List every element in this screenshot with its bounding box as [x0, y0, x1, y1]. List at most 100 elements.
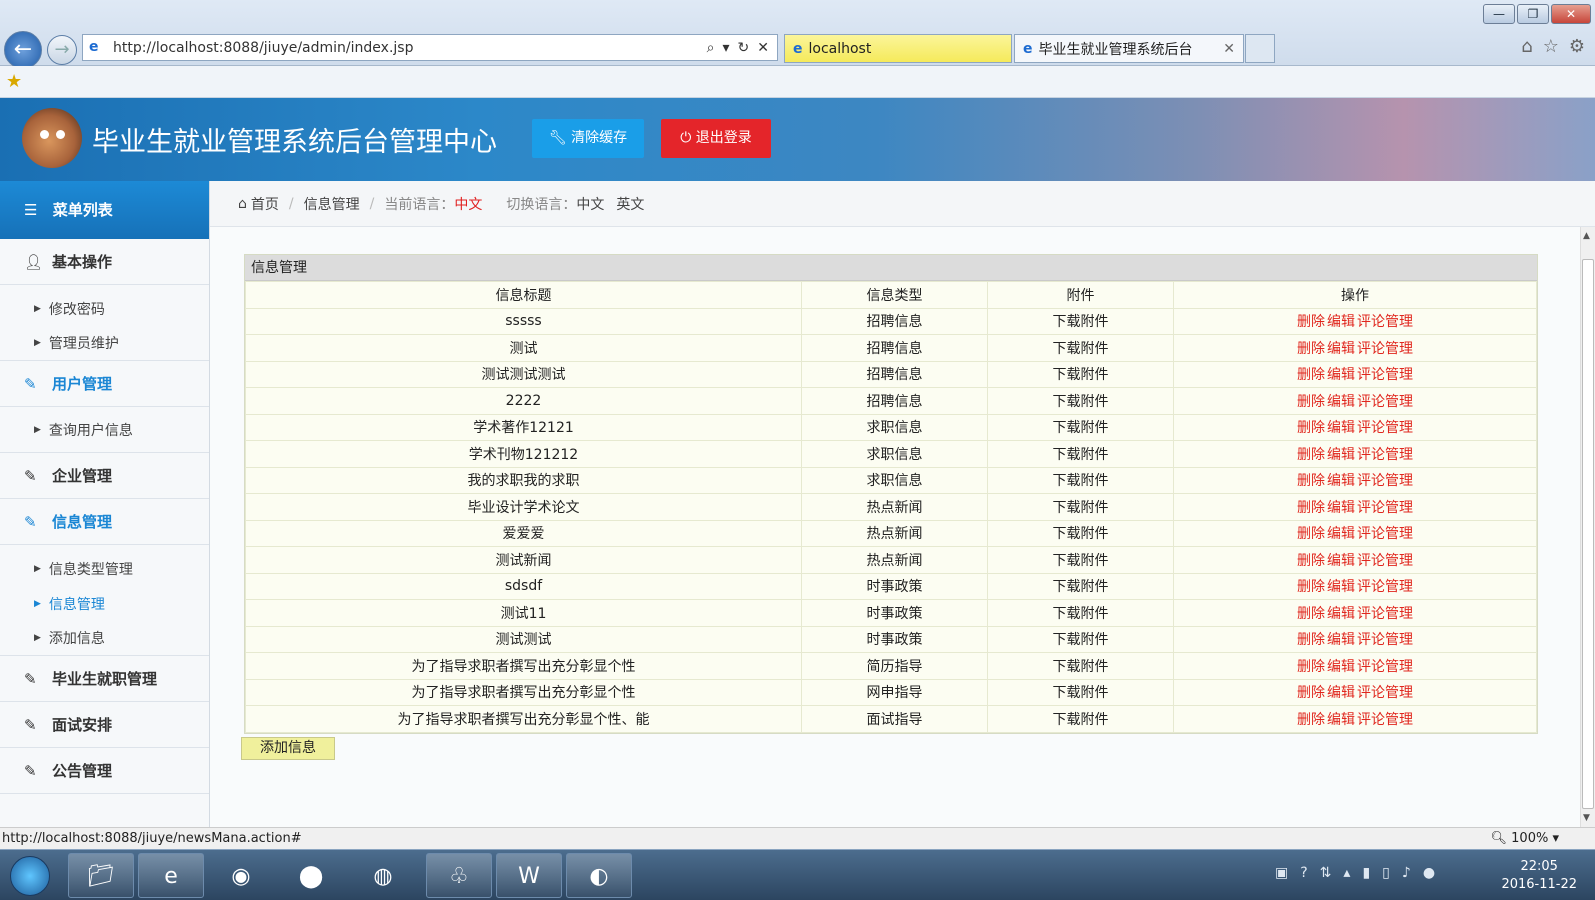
delete-link[interactable]: 删除 [1297, 367, 1325, 383]
explorer-taskbar-icon[interactable]: 📁︎ [68, 853, 134, 898]
start-button[interactable] [10, 856, 50, 896]
qq-icon[interactable]: ● [1423, 865, 1435, 881]
download-attachment-link[interactable]: 下载附件 [987, 387, 1174, 415]
sidebar-section-announcements[interactable]: ✎ 公告管理 [0, 748, 209, 794]
restore-button[interactable]: ❐ [1517, 4, 1549, 24]
sidebar-section-info[interactable]: ✎ 信息管理 [0, 499, 209, 545]
power-tray-icon[interactable]: ▯ [1382, 865, 1390, 881]
clear-cache-button[interactable]: 🔧︎ 清除缓存 [532, 119, 644, 158]
comment-manage-link[interactable]: 评论管理 [1357, 526, 1413, 542]
volume-icon[interactable]: ♪ [1402, 865, 1411, 881]
download-attachment-link[interactable]: 下载附件 [987, 334, 1174, 362]
close-window-button[interactable]: ✕ [1551, 4, 1591, 24]
download-attachment-link[interactable]: 下载附件 [987, 307, 1174, 335]
comment-manage-link[interactable]: 评论管理 [1357, 606, 1413, 622]
comment-manage-link[interactable]: 评论管理 [1357, 447, 1413, 463]
download-attachment-link[interactable]: 下载附件 [987, 519, 1174, 547]
home-icon[interactable]: ⌂ [1521, 36, 1532, 57]
edit-link[interactable]: 编辑 [1327, 526, 1355, 542]
favorites-icon[interactable]: ☆ [1543, 36, 1559, 57]
edit-link[interactable]: 编辑 [1327, 659, 1355, 675]
address-url[interactable]: http://localhost:8088/jiuye/admin/index.… [113, 40, 707, 56]
add-favorite-icon[interactable]: ★ [6, 71, 22, 92]
sidebar-item-change-password[interactable]: ▶ 修改密码 [0, 291, 209, 326]
sidebar-section-interviews[interactable]: ✎ 面试安排 [0, 702, 209, 748]
delete-link[interactable]: 删除 [1297, 394, 1325, 410]
tab-localhost[interactable]: e localhost [784, 34, 1012, 63]
back-button[interactable]: ← [4, 31, 42, 69]
edit-link[interactable]: 编辑 [1327, 579, 1355, 595]
download-attachment-link[interactable]: 下载附件 [987, 546, 1174, 574]
delete-link[interactable]: 删除 [1297, 500, 1325, 516]
download-attachment-link[interactable]: 下载附件 [987, 440, 1174, 468]
clock[interactable]: 22:05 2016-11-22 [1501, 858, 1577, 894]
download-attachment-link[interactable]: 下载附件 [987, 652, 1174, 680]
download-attachment-link[interactable]: 下载附件 [987, 493, 1174, 521]
page-scrollbar[interactable]: ▲ ▼ [1580, 227, 1595, 827]
comment-manage-link[interactable]: 评论管理 [1357, 367, 1413, 383]
network-icon[interactable]: ⇅ [1320, 865, 1332, 881]
delete-link[interactable]: 删除 [1297, 314, 1325, 330]
comment-manage-link[interactable]: 评论管理 [1357, 500, 1413, 516]
sidebar-item-query-users[interactable]: ▶ 查询用户信息 [0, 407, 209, 453]
comment-manage-link[interactable]: 评论管理 [1357, 659, 1413, 675]
tray-icon[interactable]: ▣ [1275, 865, 1288, 881]
add-info-button[interactable]: 添加信息 [241, 737, 335, 760]
chrome-taskbar-icon[interactable]: ◉ [208, 853, 274, 898]
download-attachment-link[interactable]: 下载附件 [987, 466, 1174, 494]
edit-link[interactable]: 编辑 [1327, 473, 1355, 489]
sidebar-section-company[interactable]: ✎ 企业管理 [0, 453, 209, 499]
edit-link[interactable]: 编辑 [1327, 632, 1355, 648]
download-attachment-link[interactable]: 下载附件 [987, 599, 1174, 627]
edit-link[interactable]: 编辑 [1327, 341, 1355, 357]
help-icon[interactable]: ? [1300, 865, 1307, 881]
zoom-level[interactable]: 🔍︎ 100% ▾ [1491, 828, 1560, 849]
delete-link[interactable]: 删除 [1297, 659, 1325, 675]
ie-taskbar-icon[interactable]: e [138, 853, 204, 898]
delete-link[interactable]: 删除 [1297, 447, 1325, 463]
edit-link[interactable]: 编辑 [1327, 712, 1355, 728]
app-taskbar-icon[interactable]: ⬤ [278, 853, 344, 898]
logout-button[interactable]: ⏻ 退出登录 [661, 119, 771, 158]
comment-manage-link[interactable]: 评论管理 [1357, 712, 1413, 728]
comment-manage-link[interactable]: 评论管理 [1357, 394, 1413, 410]
close-tab-icon[interactable]: ✕ [1223, 41, 1235, 57]
edit-link[interactable]: 编辑 [1327, 367, 1355, 383]
breadcrumb-home[interactable]: 首页 [251, 194, 279, 214]
comment-manage-link[interactable]: 评论管理 [1357, 314, 1413, 330]
edit-link[interactable]: 编辑 [1327, 685, 1355, 701]
forward-button[interactable]: → [47, 35, 77, 65]
delete-link[interactable]: 删除 [1297, 553, 1325, 569]
dropdown-icon[interactable]: ▾ [723, 40, 730, 56]
delete-link[interactable]: 删除 [1297, 712, 1325, 728]
comment-manage-link[interactable]: 评论管理 [1357, 553, 1413, 569]
search-icon[interactable]: ⌕ [707, 40, 715, 56]
download-attachment-link[interactable]: 下载附件 [987, 625, 1174, 653]
comment-manage-link[interactable]: 评论管理 [1357, 632, 1413, 648]
show-hidden-icon[interactable]: ▴ [1343, 865, 1350, 881]
delete-link[interactable]: 删除 [1297, 685, 1325, 701]
comment-manage-link[interactable]: 评论管理 [1357, 685, 1413, 701]
edit-link[interactable]: 编辑 [1327, 447, 1355, 463]
edit-link[interactable]: 编辑 [1327, 500, 1355, 516]
new-tab-button[interactable] [1245, 34, 1275, 63]
delete-link[interactable]: 删除 [1297, 420, 1325, 436]
refresh-icon[interactable]: ↻ [738, 40, 750, 56]
app3-taskbar-icon[interactable]: ♧ [426, 853, 492, 898]
switch-lang-cn[interactable]: 中文 [576, 194, 604, 214]
comment-manage-link[interactable]: 评论管理 [1357, 579, 1413, 595]
download-attachment-link[interactable]: 下载附件 [987, 360, 1174, 388]
app2-taskbar-icon[interactable]: ◍ [350, 853, 416, 898]
tab-admin[interactable]: e 毕业生就业管理系统后台 ✕ [1014, 34, 1244, 63]
sidebar-item-admin-maintenance[interactable]: ▶ 管理员维护 [0, 326, 209, 361]
delete-link[interactable]: 删除 [1297, 473, 1325, 489]
comment-manage-link[interactable]: 评论管理 [1357, 420, 1413, 436]
edit-link[interactable]: 编辑 [1327, 394, 1355, 410]
edit-link[interactable]: 编辑 [1327, 420, 1355, 436]
delete-link[interactable]: 删除 [1297, 606, 1325, 622]
scroll-down-icon[interactable]: ▼ [1583, 813, 1590, 823]
minimize-button[interactable]: — [1483, 4, 1515, 24]
sidebar-section-basic[interactable]: 👤︎ 基本操作 [0, 239, 209, 285]
sidebar-item-info-type[interactable]: ▶ 信息类型管理 [0, 551, 209, 586]
comment-manage-link[interactable]: 评论管理 [1357, 473, 1413, 489]
